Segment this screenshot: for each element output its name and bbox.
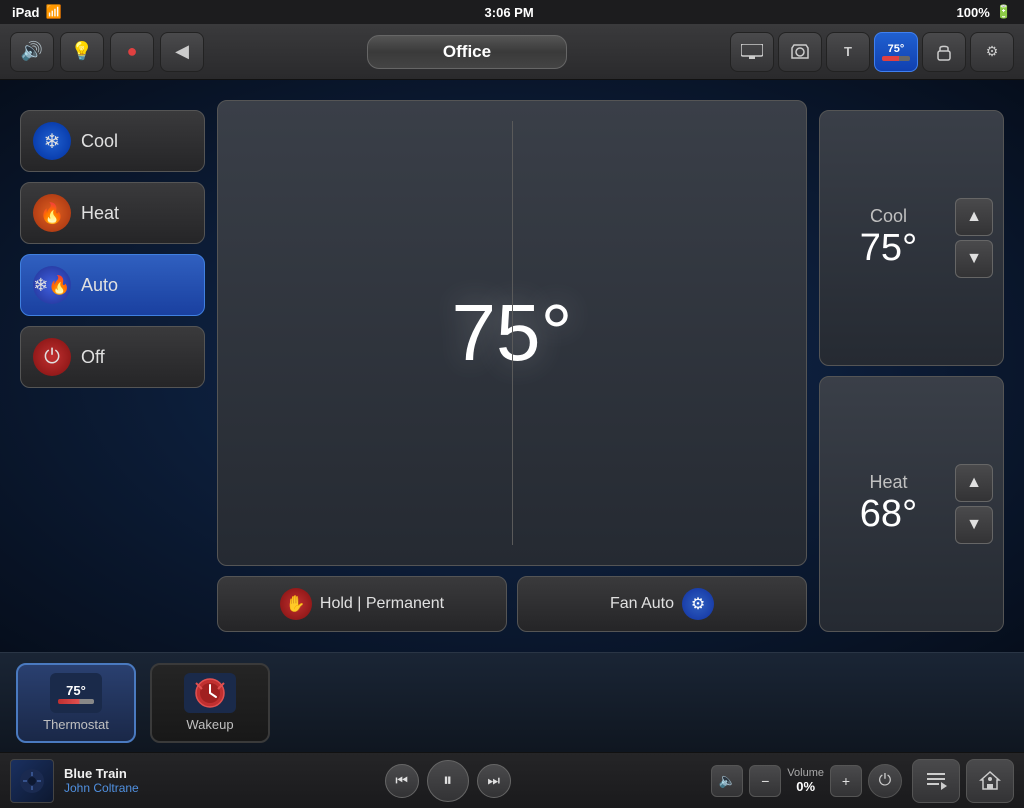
temp-display: 75° ✋ Hold | Permanent Fan Auto ⚙ <box>217 100 807 632</box>
battery-icon: 🔋 <box>996 4 1012 20</box>
track-title: Blue Train <box>64 766 184 781</box>
cool-arrows: ▲ ▼ <box>955 198 993 278</box>
off-label: Off <box>81 347 105 368</box>
heat-label: Heat <box>81 203 119 224</box>
previous-button[interactable]: ⏮ <box>385 764 419 798</box>
media-button[interactable]: ● <box>110 32 154 72</box>
lock-button[interactable] <box>922 32 966 72</box>
volume-up-button[interactable]: + <box>830 765 862 797</box>
fan-label: Fan Auto <box>610 595 674 613</box>
settings-button[interactable]: ⚙ <box>970 32 1014 72</box>
heat-setpoint-label: Heat <box>869 472 907 493</box>
heat-button[interactable]: 🔥 Heat <box>20 182 205 244</box>
auto-button[interactable]: ❄🔥 Auto <box>20 254 205 316</box>
next-button[interactable]: ⏭ <box>477 764 511 798</box>
bottom-buttons: ✋ Hold | Permanent Fan Auto ⚙ <box>217 576 807 632</box>
wakeup-device-item[interactable]: Wakeup <box>150 663 270 743</box>
music-right-buttons <box>912 759 1014 803</box>
volume-down-button[interactable]: − <box>749 765 781 797</box>
home-audio-button[interactable] <box>966 759 1014 803</box>
wakeup-thumb <box>184 673 236 713</box>
off-button[interactable]: ⏻ Off <box>20 326 205 388</box>
hold-button[interactable]: ✋ Hold | Permanent <box>217 576 507 632</box>
camera-button[interactable] <box>778 32 822 72</box>
cool-setpoint-panel: Cool 75° ▲ ▼ <box>819 110 1004 366</box>
power-button[interactable]: ⏻ <box>868 764 902 798</box>
light-button[interactable]: 💡 <box>60 32 104 72</box>
main-content: ❄ Cool 🔥 Heat ❄🔥 Auto ⏻ Off 75° <box>0 80 1024 652</box>
playlist-button[interactable] <box>912 759 960 803</box>
pause-button[interactable]: ⏸ <box>427 760 469 802</box>
cool-label: Cool <box>81 131 118 152</box>
device-tray: 75° Thermostat Wakeup <box>0 652 1024 752</box>
volume-section: 🔈 − Volume 0% + ⏻ <box>711 764 902 798</box>
device-label: iPad <box>12 5 39 20</box>
wakeup-device-label: Wakeup <box>186 717 233 732</box>
cool-button[interactable]: ❄ Cool <box>20 110 205 172</box>
wifi-icon: 📶 <box>45 4 61 20</box>
nav-title-area: Office <box>210 35 724 69</box>
setpoint-controls: Cool 75° ▲ ▼ Heat 68° ▲ ▼ <box>819 100 1004 632</box>
cool-up-button[interactable]: ▲ <box>955 198 993 236</box>
thermostat-device-item[interactable]: 75° Thermostat <box>16 663 136 743</box>
speaker-button[interactable]: 🔊 <box>10 32 54 72</box>
off-icon: ⏻ <box>33 338 71 376</box>
track-info: Blue Train John Coltrane <box>64 766 184 795</box>
fan-button[interactable]: Fan Auto ⚙ <box>517 576 807 632</box>
volume-value: 0% <box>796 779 815 794</box>
music-bar: Blue Train John Coltrane ⏮ ⏸ ⏭ 🔈 − Volum… <box>0 752 1024 808</box>
hold-icon: ✋ <box>280 588 312 620</box>
back-button[interactable]: ◀ <box>160 32 204 72</box>
display-button[interactable] <box>730 32 774 72</box>
auto-icon: ❄🔥 <box>33 266 71 304</box>
heat-setpoint-info: Heat 68° <box>830 472 947 536</box>
track-artist: John Coltrane <box>64 781 184 795</box>
auto-label: Auto <box>81 275 118 296</box>
battery-display: 100% <box>957 5 990 20</box>
heat-up-button[interactable]: ▲ <box>955 464 993 502</box>
playback-controls: ⏮ ⏸ ⏭ <box>194 760 701 802</box>
cool-setpoint-info: Cool 75° <box>830 206 947 270</box>
cool-down-button[interactable]: ▼ <box>955 240 993 278</box>
mini-temp-value: 75° <box>66 683 86 698</box>
thermostat-panel: ❄ Cool 🔥 Heat ❄🔥 Auto ⏻ Off 75° <box>20 100 1004 632</box>
mute-button[interactable]: 🔈 <box>711 765 743 797</box>
heat-arrows: ▲ ▼ <box>955 464 993 544</box>
heat-setpoint-value: 68° <box>860 493 917 536</box>
heat-setpoint-panel: Heat 68° ▲ ▼ <box>819 376 1004 632</box>
volume-label: Volume <box>787 767 824 779</box>
heat-down-button[interactable]: ▼ <box>955 506 993 544</box>
nav-right-icons: T 75° ⚙ <box>730 32 1014 72</box>
thermostat-thumb: 75° <box>50 673 102 713</box>
mini-temp-bar <box>58 699 94 704</box>
status-bar: iPad 📶 3:06 PM 100% 🔋 <box>0 0 1024 24</box>
temp-divider <box>512 121 513 545</box>
cool-setpoint-label: Cool <box>870 206 907 227</box>
heat-icon: 🔥 <box>33 194 71 232</box>
thermostat-device-label: Thermostat <box>43 717 109 732</box>
temperature-box: 75° <box>217 100 807 566</box>
cool-icon: ❄ <box>33 122 71 160</box>
top-nav: 🔊 💡 ● ◀ Office T 75° ⚙ <box>0 24 1024 80</box>
fan-icon: ⚙ <box>682 588 714 620</box>
album-art <box>10 759 54 803</box>
mode-buttons: ❄ Cool 🔥 Heat ❄🔥 Auto ⏻ Off <box>20 100 205 632</box>
office-title: Office <box>367 35 567 69</box>
time-display: 3:06 PM <box>485 5 534 20</box>
thermostat-nav-button[interactable]: 75° <box>874 32 918 72</box>
light2-button[interactable]: T <box>826 32 870 72</box>
cool-setpoint-value: 75° <box>860 227 917 270</box>
volume-display: Volume 0% <box>787 767 824 794</box>
hold-label: Hold | Permanent <box>320 595 444 613</box>
